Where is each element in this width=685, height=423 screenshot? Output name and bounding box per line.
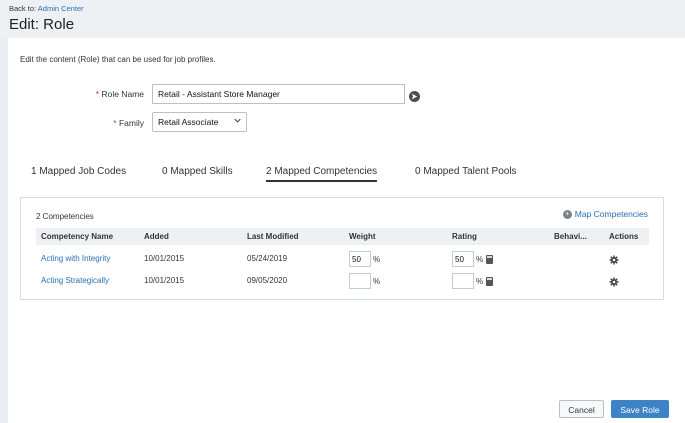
rating-percent: % (476, 277, 484, 286)
navigate-arrow-icon[interactable] (409, 91, 420, 102)
map-competencies-label: Map Competencies (574, 209, 648, 219)
map-competencies-link[interactable]: + Map Competencies (562, 209, 648, 220)
page-header: Back to: Admin Center Edit: Role (0, 0, 685, 38)
role-name-value: Retail - Assistant Store Manager (158, 89, 280, 99)
last-modified-date: 05/24/2019 (247, 254, 288, 263)
rating-percent: % (476, 255, 484, 264)
page-description: Edit the content (Role) that can be used… (20, 55, 216, 64)
cancel-button[interactable]: Cancel (559, 400, 604, 418)
page-title: Edit: Role (9, 16, 75, 33)
chevron-down-icon (234, 117, 241, 126)
weight-percent: % (373, 277, 381, 286)
rating-input[interactable]: 50 (452, 251, 474, 267)
role-name-label: * Role Name (80, 89, 144, 99)
col-behaviors[interactable]: Behavi... (554, 232, 587, 241)
competency-name-link[interactable]: Acting Strategically (41, 276, 109, 285)
gear-icon[interactable] (609, 252, 619, 265)
main-content: Edit the content (Role) that can be used… (8, 38, 685, 423)
family-label: * Family (80, 118, 144, 128)
tab-mapped-skills[interactable]: 0 Mapped Skills (162, 166, 233, 177)
table-header: Competency Name Added Last Modified Weig… (36, 228, 649, 245)
col-added[interactable]: Added (144, 232, 169, 241)
calculator-icon[interactable] (486, 277, 493, 286)
required-marker: * (95, 89, 100, 99)
weight-percent: % (373, 255, 381, 264)
plus-circle-icon: + (562, 210, 572, 220)
gear-icon[interactable] (609, 274, 619, 287)
breadcrumb: Back to: Admin Center (9, 4, 84, 13)
tab-mapped-talent-pools[interactable]: 0 Mapped Talent Pools (415, 166, 517, 177)
weight-input[interactable] (349, 273, 371, 289)
role-name-input[interactable]: Retail - Assistant Store Manager (152, 84, 405, 104)
col-last-modified[interactable]: Last Modified (247, 232, 299, 241)
required-marker: * (113, 118, 117, 128)
added-date: 10/01/2015 (144, 276, 185, 285)
col-competency-name[interactable]: Competency Name (41, 232, 113, 241)
family-label-text: Family (118, 118, 144, 128)
save-role-button[interactable]: Save Role (611, 400, 669, 418)
role-name-label-text: Role Name (101, 89, 144, 99)
competency-count: 2 Competencies (36, 212, 94, 221)
admin-center-link[interactable]: Admin Center (38, 4, 84, 13)
table-row: Acting Strategically 10/01/2015 09/05/20… (36, 270, 649, 292)
calculator-icon[interactable] (486, 255, 493, 264)
competency-name-link[interactable]: Acting with Integrity (41, 254, 110, 263)
last-modified-date: 09/05/2020 (247, 276, 288, 285)
tab-mapped-job-codes[interactable]: 1 Mapped Job Codes (31, 166, 126, 177)
col-rating[interactable]: Rating (452, 232, 477, 241)
table-row: Acting with Integrity 10/01/2015 05/24/2… (36, 248, 649, 270)
competencies-panel: 2 Competencies + Map Competencies Compete… (20, 197, 664, 300)
rating-input[interactable] (452, 273, 474, 289)
col-weight[interactable]: Weight (349, 232, 376, 241)
family-selected-value: Retail Associate (158, 117, 219, 127)
added-date: 10/01/2015 (144, 254, 185, 263)
breadcrumb-prefix: Back to: (9, 4, 37, 13)
weight-input[interactable]: 50 (349, 251, 371, 267)
tab-mapped-competencies[interactable]: 2 Mapped Competencies (266, 166, 378, 182)
col-actions: Actions (609, 232, 639, 241)
family-select[interactable]: Retail Associate (152, 112, 247, 132)
